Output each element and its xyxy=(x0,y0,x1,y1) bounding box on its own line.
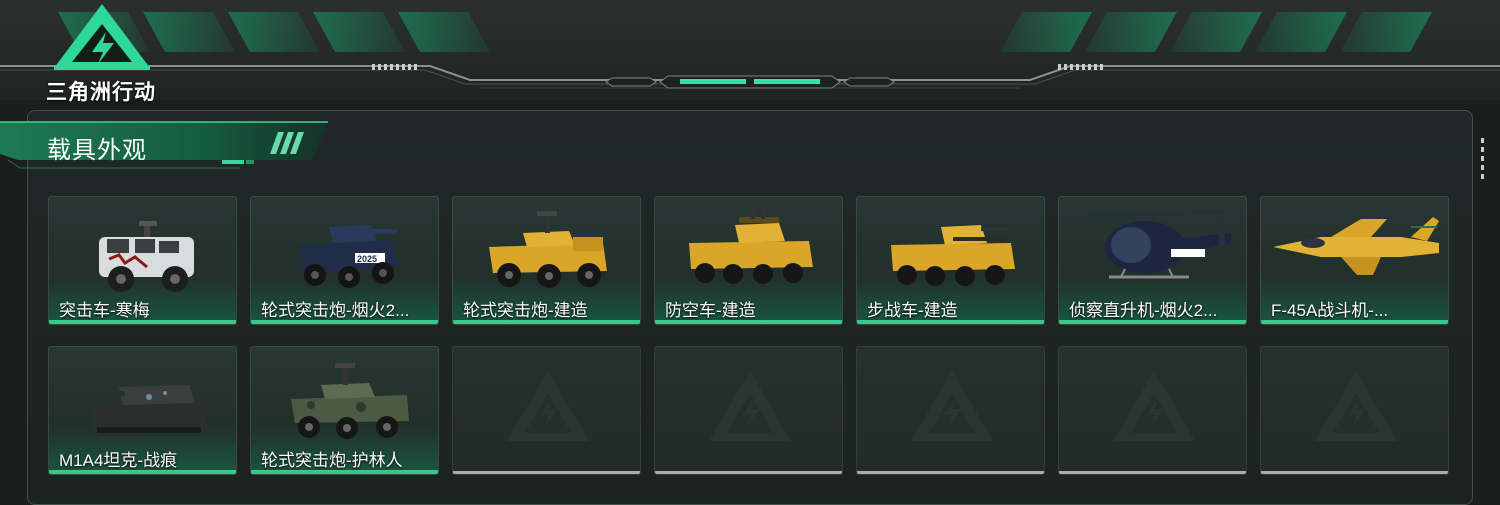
anti-air-vehicle-icon xyxy=(689,209,813,284)
top-banner xyxy=(0,0,1500,100)
card-underline xyxy=(251,470,438,474)
card-underline xyxy=(1059,471,1246,474)
card-underline xyxy=(49,320,236,324)
section-title: 载具外观 xyxy=(47,137,147,164)
wheeled-assault-gun-icon xyxy=(489,211,607,288)
wheeled-assault-gun-icon xyxy=(291,363,409,439)
card-underline xyxy=(655,320,842,324)
vehicle-card[interactable]: 侦察直升机-烟火2... xyxy=(1058,196,1247,325)
card-underline xyxy=(1059,320,1246,324)
svg-text:2025: 2025 xyxy=(357,254,377,264)
empty-slot[interactable] xyxy=(856,346,1045,475)
empty-slot-icon xyxy=(709,371,791,441)
vehicle-name: M1A4坦克-战痕 xyxy=(59,451,178,470)
empty-slot-icon xyxy=(911,371,993,441)
empty-slot[interactable] xyxy=(654,346,843,475)
empty-slot[interactable] xyxy=(1260,346,1449,475)
card-underline xyxy=(453,320,640,324)
empty-slot[interactable] xyxy=(452,346,641,475)
scout-helicopter-icon xyxy=(1068,209,1238,279)
empty-slot-icon xyxy=(507,371,589,441)
vehicle-card[interactable]: 2025 轮式突击炮-烟火2... xyxy=(250,196,439,325)
card-underline xyxy=(251,320,438,324)
scroll-indicator[interactable] xyxy=(1481,138,1485,180)
card-underline xyxy=(1261,320,1448,324)
vehicle-name: 轮式突击炮-护林人 xyxy=(261,451,403,470)
empty-slot-icon xyxy=(1315,371,1397,441)
vehicle-name: 侦察直升机-烟火2... xyxy=(1069,301,1218,320)
card-underline xyxy=(857,320,1044,324)
vehicle-card[interactable]: 轮式突击炮-护林人 xyxy=(250,346,439,475)
game-logo-text: 三角洲行动 xyxy=(46,81,156,104)
infantry-fighting-vehicle-icon xyxy=(891,225,1015,286)
armored-jeep-icon xyxy=(99,221,194,292)
tank-icon xyxy=(71,385,209,435)
card-underline xyxy=(49,470,236,474)
wheeled-assault-gun-icon: 2025 xyxy=(299,225,399,288)
card-underline xyxy=(655,471,842,474)
card-underline xyxy=(1261,471,1448,474)
empty-slot-icon xyxy=(1113,371,1195,441)
vehicle-card[interactable]: F-45A战斗机-... xyxy=(1260,196,1449,325)
vehicle-card[interactable]: 步战车-建造 xyxy=(856,196,1045,325)
card-underline xyxy=(857,471,1044,474)
banner-decoration xyxy=(0,12,1500,89)
vehicle-card[interactable]: 突击车-寒梅 xyxy=(48,196,237,325)
vehicle-name: 轮式突击炮-烟火2... xyxy=(261,301,410,320)
vehicle-name: 突击车-寒梅 xyxy=(59,301,150,320)
vehicle-name: 步战车-建造 xyxy=(867,301,958,320)
vehicle-name: F-45A战斗机-... xyxy=(1271,301,1389,320)
empty-slot[interactable] xyxy=(1058,346,1247,475)
vehicle-name: 轮式突击炮-建造 xyxy=(463,301,588,320)
vehicle-card[interactable]: 轮式突击炮-建造 xyxy=(452,196,641,325)
fighter-jet-icon xyxy=(1273,217,1439,275)
card-underline xyxy=(453,471,640,474)
vehicle-card[interactable]: M1A4坦克-战痕 xyxy=(48,346,237,475)
vehicle-name: 防空车-建造 xyxy=(665,301,756,320)
vehicle-card[interactable]: 防空车-建造 xyxy=(654,196,843,325)
